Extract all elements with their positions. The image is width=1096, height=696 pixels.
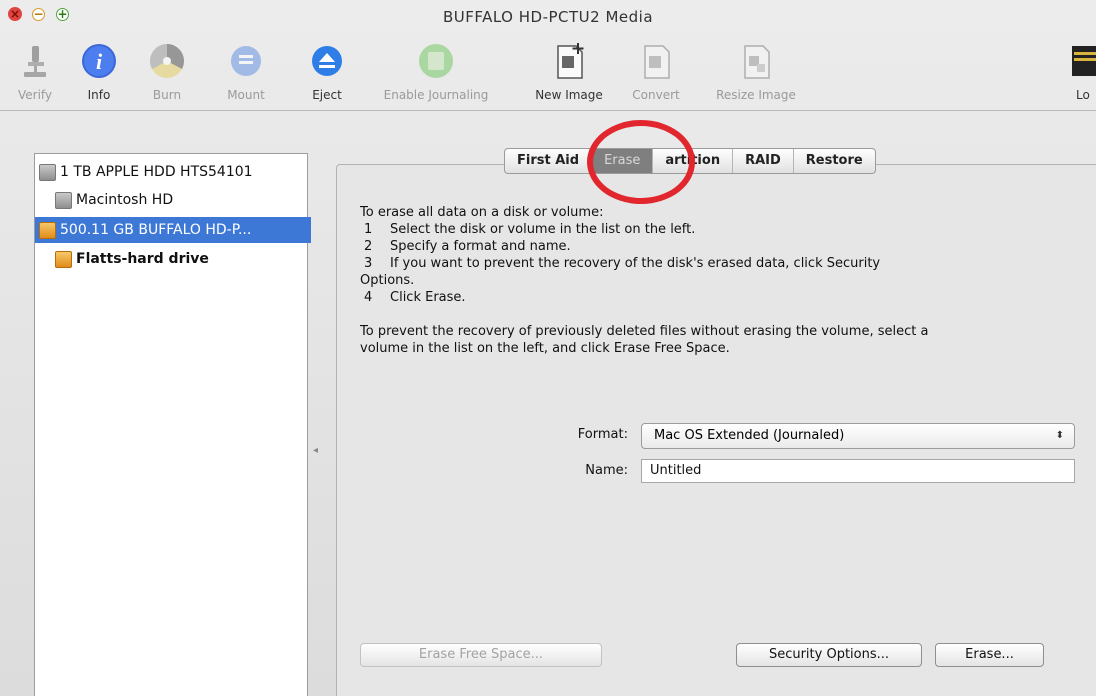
sidebar-item-macintosh-hd[interactable]: Macintosh HD [35,187,327,213]
orange-disk-icon [39,221,56,239]
log-label: Lo [1076,88,1090,102]
name-label: Name: [585,463,628,478]
eject-label: Eject [312,88,342,102]
sidebar-item-flatts-hard-drive[interactable]: Flatts-hard drive [35,246,327,272]
verify-label: Verify [17,88,53,102]
tab-restore[interactable]: Restore [794,149,875,173]
tab-bar: First Aid Erase artition RAID Restore [504,148,876,174]
sidebar-item-label: 1 TB APPLE HDD HTS54101 [60,164,253,180]
info-button[interactable]: i Info [76,42,122,102]
log-button[interactable]: Lo [1068,42,1096,102]
instruction-step: 4 Click Erase. [364,290,466,305]
split-view-handle[interactable]: ◂ [313,445,318,456]
erase-free-space-button[interactable]: Erase Free Space... [360,643,602,667]
microscope-icon [24,46,46,77]
log-icon [1072,46,1096,76]
toolbar: Verify i Info Burn Mount Eject Enable Jo… [0,34,1096,110]
sidebar-item-apple-hdd[interactable]: 1 TB APPLE HDD HTS54101 [35,159,311,185]
erase-instructions: To erase all data on a disk or volume: 1… [360,204,1060,357]
verify-button[interactable]: Verify [12,42,58,102]
sidebar-item-label: Flatts-hard drive [76,251,209,267]
format-value: Mac OS Extended (Journaled) [654,428,845,443]
eject-button[interactable]: Eject [304,42,350,102]
convert-icon [644,45,670,79]
erase-button[interactable]: Erase... [935,643,1044,667]
disk-list-sidebar: 1 TB APPLE HDD HTS54101 Macintosh HD 500… [34,153,311,696]
instruction-step: 2 Specify a format and name. [364,239,571,254]
erase-free-space-note: To prevent the recovery of previously de… [360,324,929,356]
new-image-label: New Image [535,88,603,102]
tab-partition[interactable]: artition [653,149,734,173]
enable-journaling-button[interactable]: Enable Journaling [366,42,506,102]
toolbar-divider [0,110,1096,111]
enable-journaling-label: Enable Journaling [383,88,489,102]
journaling-icon [419,44,453,78]
chevron-updown-icon: ⬍ [1055,430,1064,441]
format-select[interactable]: Mac OS Extended (Journaled) ⬍ [641,423,1075,449]
gray-volume-icon [55,191,72,209]
convert-label: Convert [632,88,680,102]
format-label: Format: [577,427,628,442]
disk-utility-window: × − + BUFFALO HD-PCTU2 Media Verify i In… [0,0,1096,696]
tab-erase[interactable]: Erase [592,149,654,173]
mount-label: Mount [227,88,265,102]
resize-image-icon [744,45,770,79]
mount-button[interactable]: Mount [216,42,276,102]
mount-icon [231,46,261,76]
instruction-step-continuation: Options. [360,273,415,288]
instructions-intro: To erase all data on a disk or volume: [360,205,604,220]
info-label: Info [87,88,111,102]
sidebar-item-label: Macintosh HD [76,192,174,208]
burn-label: Burn [152,88,182,102]
resize-image-label: Resize Image [716,88,796,102]
svg-text:i: i [96,49,103,74]
new-image-button[interactable]: New Image [522,42,616,102]
eject-icon [312,46,342,76]
window-title: BUFFALO HD-PCTU2 Media [442,8,654,26]
name-field[interactable] [641,459,1075,483]
convert-button[interactable]: Convert [626,42,686,102]
resize-image-button[interactable]: Resize Image [708,42,804,102]
new-image-icon [557,43,584,79]
tab-raid[interactable]: RAID [733,149,794,173]
burn-icon [150,44,184,78]
instruction-step: 1 Select the disk or volume in the list o… [364,222,696,237]
gray-disk-icon [39,163,56,181]
burn-button[interactable]: Burn [142,42,192,102]
title-bar: × − + BUFFALO HD-PCTU2 Media [0,0,1096,34]
info-icon: i [82,44,116,78]
security-options-button[interactable]: Security Options... [736,643,922,667]
orange-volume-icon [55,250,72,268]
sidebar-item-label: 500.11 GB BUFFALO HD-P... [60,222,252,238]
tab-first-aid[interactable]: First Aid [505,149,593,173]
sidebar-item-buffalo-hd[interactable]: 500.11 GB BUFFALO HD-P... [35,217,311,243]
instruction-step: 3 If you want to prevent the recovery of … [364,256,881,271]
